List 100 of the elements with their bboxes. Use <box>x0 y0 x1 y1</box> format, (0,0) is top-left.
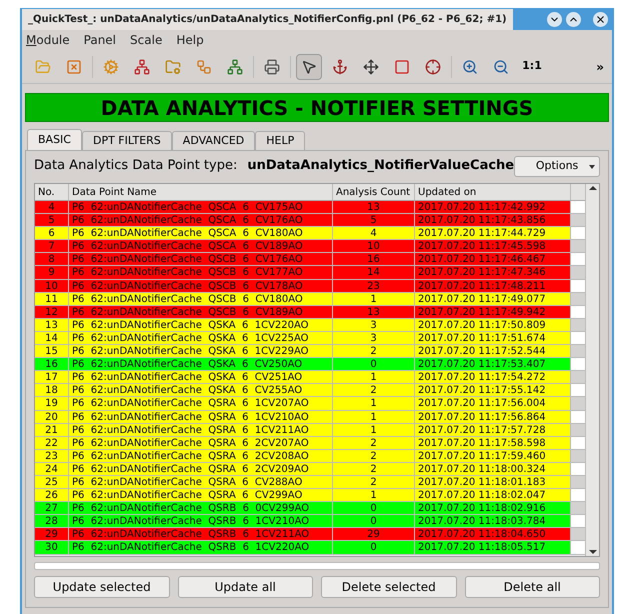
table-cell: 2017.07.20 11:18:01.183 <box>415 476 571 488</box>
table-cell: P6 62:unDANotifierCache QSCB 6 CV189AO <box>69 306 333 318</box>
table-cell: 23 <box>333 280 415 292</box>
tab[interactable]: DPT FILTERS <box>82 131 172 150</box>
table-cell: 2017.07.20 11:17:52.544 <box>415 345 571 358</box>
table-cell: 0 <box>333 358 415 370</box>
menu-item[interactable]: Scale <box>130 31 162 49</box>
table-cell: P6 62:unDANotifierCache QSRB 6 1CV210AO <box>69 515 333 528</box>
table-cell: 1 <box>333 410 415 423</box>
printer-icon <box>264 58 280 74</box>
table-cell: 4 <box>333 227 415 240</box>
table-cell: 23 <box>35 450 69 462</box>
tree-icon <box>134 58 150 74</box>
zoom-out-icon <box>493 58 509 74</box>
table-cell: P6 62:unDANotifierCache QSRA 6 1CV211AO <box>69 424 333 436</box>
dp-type-label: Data Analytics Data Point type: <box>34 157 238 176</box>
scroll-up-arrow-icon[interactable] <box>588 186 596 190</box>
minimize-button[interactable] <box>547 12 562 26</box>
tab[interactable]: ADVANCED <box>172 131 256 150</box>
table-cell: 2017.07.20 11:17:55.142 <box>415 384 571 396</box>
table-cell: 11 <box>35 292 69 305</box>
table-cell: 2017.07.20 11:17:54.272 <box>415 371 571 384</box>
table-cell: 13 <box>333 201 415 214</box>
folder-icon <box>35 58 51 74</box>
table-cell: 3 <box>333 318 415 331</box>
action-button[interactable]: Delete all <box>464 576 600 598</box>
table-cell: P6 62:unDANotifierCache QSRB 6 1CV220AO <box>69 541 333 554</box>
maximize-button[interactable] <box>566 12 581 26</box>
table-cell: 2017.07.20 11:17:46.467 <box>415 253 571 266</box>
table-cell: P6 62:unDANotifierCache QSRA 6 2CV208AO <box>69 450 333 462</box>
gear-icon <box>103 58 119 74</box>
options-dropdown[interactable]: Options <box>514 156 600 176</box>
actual-size-tool[interactable]: 1:1 <box>519 54 545 80</box>
table-cell: 14 <box>35 332 69 344</box>
table-cell: 16 <box>35 358 69 370</box>
toolbar-overflow[interactable]: » <box>596 58 604 76</box>
table-cell: 2 <box>333 436 415 449</box>
column-header[interactable]: Updated on <box>415 184 571 200</box>
table-cell: 29 <box>35 528 69 540</box>
table-cell: 2017.07.20 11:17:58.598 <box>415 436 571 449</box>
menu-item[interactable]: Help <box>176 31 204 49</box>
column-header[interactable]: Data Point Name <box>69 184 333 200</box>
table-cell: P6 62:unDANotifierCache QSRA 6 1CV210AO <box>69 410 333 423</box>
table-cell: 19 <box>35 397 69 410</box>
scrollbar[interactable] <box>585 184 599 556</box>
table-cell: P6 62:unDANotifierCache QSCA 6 CV189AO <box>69 240 333 252</box>
table-cell: 12 <box>35 306 69 318</box>
table-cell: 2 <box>333 345 415 358</box>
table-cell: 13 <box>333 306 415 318</box>
table-cell: 2017.07.20 11:17:53.407 <box>415 358 571 370</box>
network-icon <box>227 58 243 74</box>
table-cell: 24 <box>35 462 69 475</box>
table-cell: 2017.07.20 11:17:45.598 <box>415 240 571 252</box>
action-button[interactable]: Update selected <box>34 576 170 598</box>
table-cell: P6 62:unDANotifierCache QSCB 6 CV177AO <box>69 266 333 279</box>
window-title: _QuickTest_: unDataAnalytics/unDataAnalytics_NotifierConfig.pnl (P6_62 - P6_62; #1) <box>22 9 513 30</box>
table-cell: 3 <box>333 332 415 344</box>
column-header[interactable]: No. <box>35 184 69 200</box>
table-cell: 2017.07.20 11:17:57.728 <box>415 424 571 436</box>
table-cell: 20 <box>35 410 69 423</box>
table-cell: 2017.07.20 11:18:03.784 <box>415 515 571 528</box>
action-button[interactable]: Update all <box>178 576 313 598</box>
table-cell: 4 <box>35 201 69 214</box>
table-cell: 6 <box>35 227 69 240</box>
tab[interactable]: BASIC <box>27 129 82 150</box>
table-cell: 8 <box>35 253 69 266</box>
table-cell: 17 <box>35 371 69 384</box>
table-cell: 10 <box>35 280 69 292</box>
table-cell: P6 62:unDANotifierCache QSRA 6 2CV207AO <box>69 436 333 449</box>
pointer-icon <box>301 58 317 74</box>
table-cell: 7 <box>35 240 69 252</box>
action-button[interactable]: Delete selected <box>321 576 456 598</box>
menu-item[interactable]: Module <box>26 31 70 49</box>
column-header[interactable]: Analysis Count <box>333 184 415 200</box>
table-cell: P6 62:unDANotifierCache QSKA 6 CV255AO <box>69 384 333 396</box>
table-cell: 21 <box>35 424 69 436</box>
table-cell: 2017.07.20 11:17:47.346 <box>415 266 571 279</box>
table-cell: P6 62:unDANotifierCache QSRB 6 1CV211AO <box>69 528 333 540</box>
table-cell: 2017.07.20 11:18:02.916 <box>415 502 571 514</box>
menu-item[interactable]: Panel <box>84 31 116 49</box>
table-cell: 2017.07.20 11:18:05.517 <box>415 541 571 554</box>
table-cell: P6 62:unDANotifierCache QSCB 6 CV176AO <box>69 253 333 266</box>
close-icon <box>595 14 606 24</box>
table-cell: 2017.07.20 11:18:00.324 <box>415 462 571 475</box>
table-cell: P6 62:unDANotifierCache QSKA 6 CV251AO <box>69 371 333 384</box>
close-button[interactable] <box>593 12 608 26</box>
scroll-down-arrow-icon[interactable] <box>588 550 596 554</box>
table-cell: 2017.07.20 11:17:48.211 <box>415 280 571 292</box>
table-cell: 1 <box>333 489 415 502</box>
pointer-tool[interactable] <box>296 54 322 80</box>
table-cell: 0 <box>333 502 415 514</box>
table-cell: P6 62:unDANotifierCache QSCB 6 CV180AO <box>69 292 333 305</box>
folder-gear-icon <box>165 58 181 74</box>
table-cell: 27 <box>35 502 69 514</box>
table-cell: 2 <box>333 462 415 475</box>
hierarchy-icon <box>196 58 212 74</box>
table-cell: 2017.07.20 11:18:02.047 <box>415 489 571 502</box>
table-cell: P6 62:unDANotifierCache QSRA 6 2CV209AO <box>69 462 333 475</box>
table-cell: P6 62:unDANotifierCache QSCA 6 CV175AO <box>69 201 333 214</box>
tab[interactable]: HELP <box>255 131 306 150</box>
